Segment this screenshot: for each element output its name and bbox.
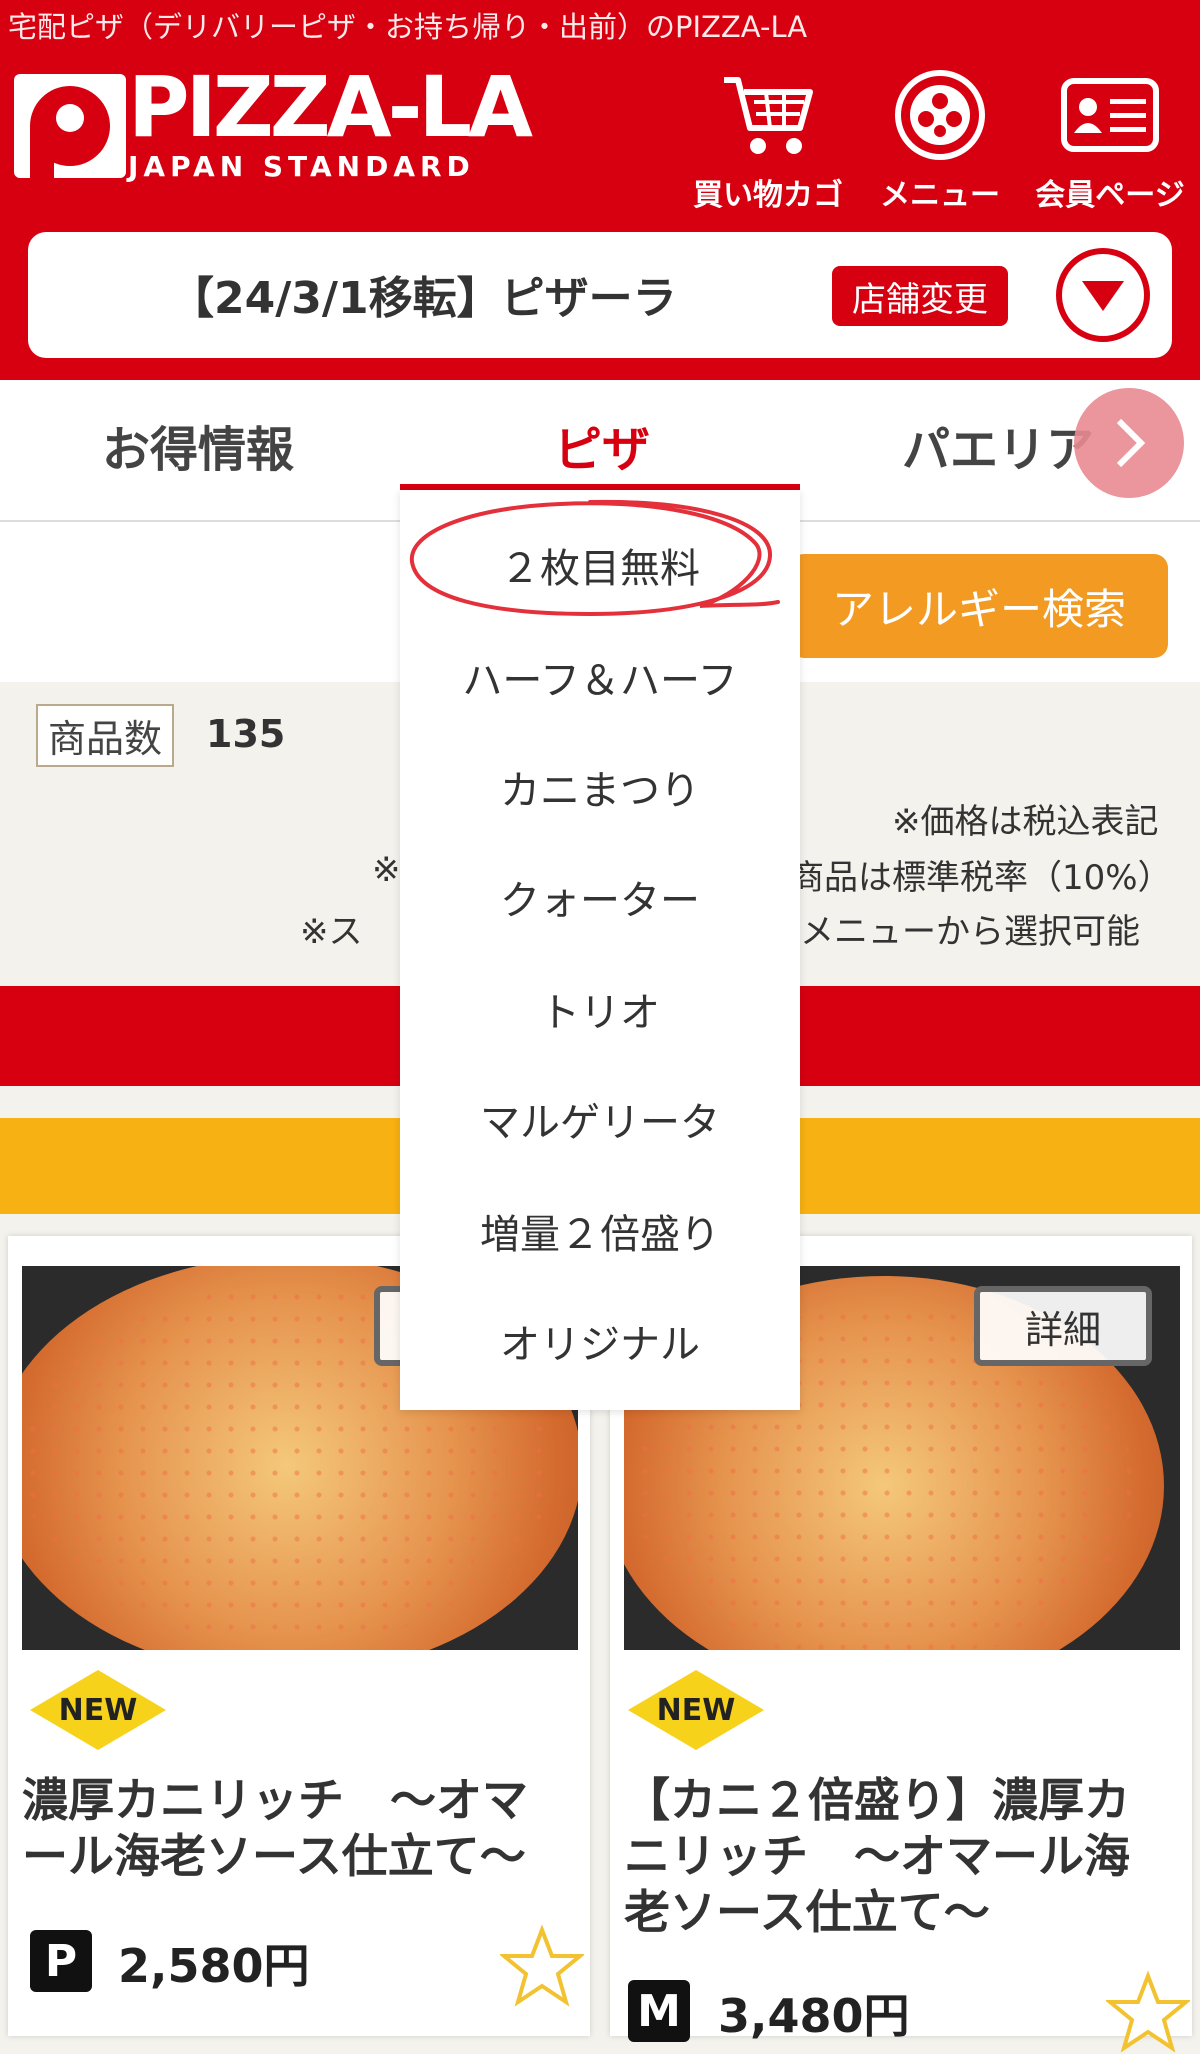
tab-deals[interactable]: お得情報 xyxy=(102,410,294,480)
nav-member-button[interactable]: 会員ページ xyxy=(1030,60,1190,214)
detail-button[interactable]: 詳細 xyxy=(974,1286,1152,1366)
dropdown-item-margherita[interactable]: マルゲリータ xyxy=(400,1090,800,1148)
product-count-label: 商品数 xyxy=(36,704,175,767)
store-dropdown-toggle[interactable] xyxy=(1056,248,1150,342)
product-title[interactable]: 【カニ２倍盛り】濃厚カニリッチ ～オマール海老ソース仕立て～ xyxy=(624,1772,1164,1940)
seo-tagline: 宅配ピザ（デリバリーピザ・お持ち帰り・出前）のPIZZA-LA xyxy=(8,10,808,44)
nav-member-label: 会員ページ xyxy=(1035,178,1185,213)
chevron-right-icon xyxy=(1116,418,1146,468)
triangle-down-icon xyxy=(1082,281,1124,311)
tab-paella[interactable]: パエリア xyxy=(902,410,1094,480)
dropdown-item-crab-festival[interactable]: カニまつり xyxy=(400,758,800,816)
new-badge-text: NEW xyxy=(657,1693,736,1728)
size-badge: P xyxy=(30,1930,92,1992)
product-price: 3,480円 xyxy=(718,1989,910,2043)
size-badge: M xyxy=(628,1980,690,2042)
tax-rate-note: 商品は標準税率（10%） xyxy=(790,858,1172,898)
nav-cart-label: 買い物カゴ xyxy=(693,178,843,213)
product-title[interactable]: 濃厚カニリッチ ～オマール海老ソース仕立て～ xyxy=(22,1772,562,1884)
select-note-left: ※ス xyxy=(300,912,363,952)
new-badge: NEW xyxy=(628,1670,764,1750)
new-badge-text: NEW xyxy=(59,1693,138,1728)
dropdown-item-half-and-half[interactable]: ハーフ＆ハーフ xyxy=(400,648,800,706)
dropdown-item-double-topping[interactable]: 増量２倍盛り xyxy=(400,1202,800,1260)
hand-drawn-circle-annotation xyxy=(409,499,780,617)
member-card-icon xyxy=(1030,60,1190,170)
nav-cart-button[interactable]: 買い物カゴ xyxy=(688,60,848,214)
tab-pizza[interactable]: ピザ xyxy=(554,410,650,480)
cart-icon xyxy=(688,60,848,170)
logo-subtitle: JAPAN STANDARD xyxy=(128,150,475,183)
logo-text[interactable]: PIZZA-LA xyxy=(128,58,533,156)
logo-p-stem xyxy=(30,126,54,178)
dropdown-item-original[interactable]: オリジナル xyxy=(400,1312,800,1370)
allergy-search-button[interactable]: アレルギー検索 xyxy=(790,554,1168,658)
nav-menu-label: メニュー xyxy=(880,178,1000,213)
favorite-star-icon[interactable] xyxy=(1106,1970,1190,2054)
new-badge: NEW xyxy=(30,1670,166,1750)
select-note-right: メニューから選択可能 xyxy=(800,912,1140,952)
detail-button-label: 詳細 xyxy=(1024,1307,1101,1352)
allergy-search-label: アレルギー検索 xyxy=(831,584,1126,634)
logo-p-hole xyxy=(56,104,84,132)
nav-menu-button[interactable]: メニュー xyxy=(860,60,1020,214)
dropdown-item-trio[interactable]: トリオ xyxy=(400,980,800,1038)
dropdown-item-quarter[interactable]: クォーター xyxy=(400,868,800,926)
tax-note-left: ※ xyxy=(372,850,401,890)
product-price: 2,580円 xyxy=(118,1939,310,1993)
tabs-scroll-next-button[interactable] xyxy=(1074,388,1184,498)
pizza-menu-icon xyxy=(860,60,1020,170)
tax-display-note: ※価格は税込表記 xyxy=(892,802,1159,842)
store-change-button[interactable]: 店舗変更 xyxy=(832,266,1008,326)
store-name: 【24/3/1移転】ピザーラ xyxy=(170,273,677,324)
pizza-subcategory-dropdown xyxy=(400,490,800,1410)
product-count-value: 135 xyxy=(206,712,286,756)
favorite-star-icon[interactable] xyxy=(500,1924,584,2008)
